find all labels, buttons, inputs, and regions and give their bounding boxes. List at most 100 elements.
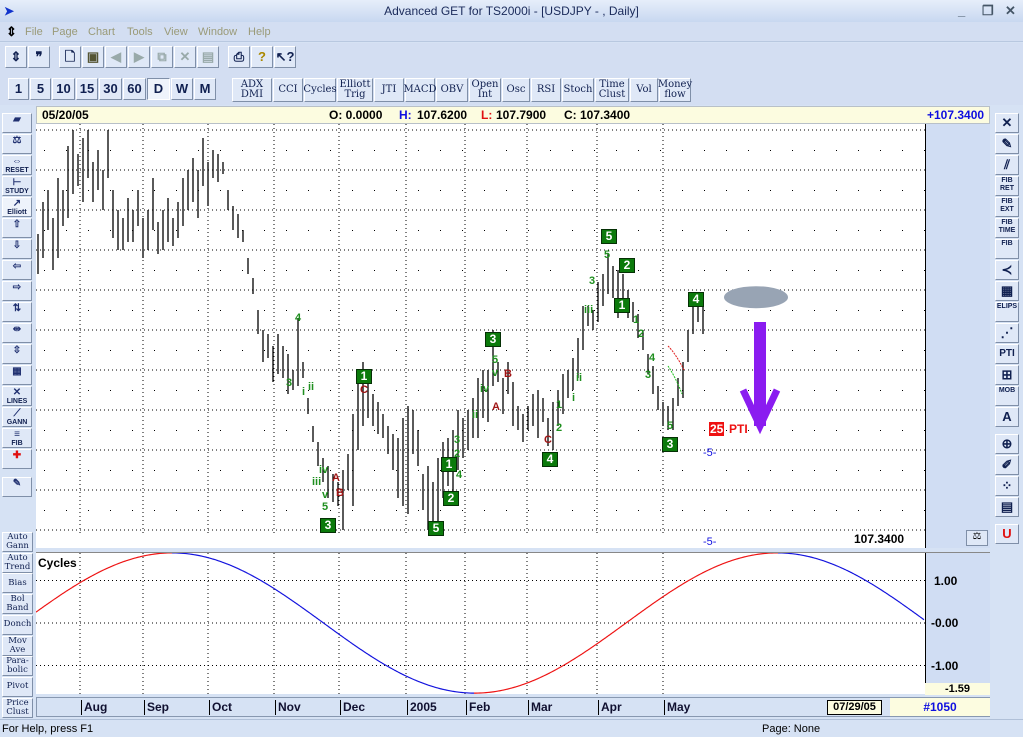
help-button[interactable]: ? (251, 46, 273, 68)
menu-window[interactable]: Window (198, 26, 237, 38)
arrow-left-tool-button[interactable]: ⇦ (2, 260, 32, 280)
period-daily[interactable]: D (147, 78, 170, 100)
document-icon[interactable]: ▤ (995, 497, 1019, 517)
grid-dot (396, 270, 397, 271)
tool-mov-ave[interactable]: Mov Ave (2, 635, 33, 656)
fib-ext-icon[interactable]: FIB EXT (995, 197, 1019, 217)
study-time-clust[interactable]: Time Clust (595, 78, 629, 102)
grid-dot (44, 190, 45, 191)
study-adx-dmi[interactable]: ADX DMI (232, 78, 272, 102)
study-obv[interactable]: OBV (436, 78, 468, 102)
delete-button[interactable]: ✕ (174, 46, 196, 68)
cycles-panel[interactable]: Cycles 1.00 -0.00 -1.00 -1.59 (35, 552, 990, 695)
cycle-curve-segment (917, 614, 921, 618)
restore-button[interactable]: ❐ (982, 3, 994, 19)
period-weekly[interactable]: W (171, 78, 193, 100)
arrow-up-tool-button[interactable]: ⇧ (2, 218, 32, 238)
period-5[interactable]: 5 (30, 78, 51, 100)
magnet-icon[interactable]: U (995, 524, 1019, 544)
reset-tool-button[interactable]: ⇔ RESET (2, 155, 32, 175)
target-ellipse[interactable] (724, 286, 788, 309)
fib-ret-icon[interactable]: FIB RET (995, 176, 1019, 196)
study-cycles[interactable]: Cycles (303, 78, 337, 102)
scatter-icon[interactable]: ⁘ (995, 476, 1019, 496)
price-chart[interactable]: 112.0000111.0000110.0000109.0000108.0000… (36, 124, 990, 551)
expand-vertical-tool-button[interactable]: ⇳ (2, 344, 32, 364)
print-button[interactable]: ⎙ (228, 46, 250, 68)
context-help-button[interactable]: ↖? (274, 46, 296, 68)
close-button[interactable]: ✕ (1005, 3, 1016, 19)
period-15[interactable]: 15 (76, 78, 98, 100)
study-vol[interactable]: Vol (630, 78, 658, 102)
menu-tools[interactable]: Tools (127, 26, 153, 38)
study-cci[interactable]: CCI (273, 78, 303, 102)
tool-price-clust[interactable]: Price Clust (2, 697, 33, 718)
study-elliott-trig[interactable]: Elliott Trig (337, 78, 373, 102)
parallel-lines-icon[interactable]: ⫽ (995, 155, 1019, 175)
grid-icon[interactable]: ▦ (995, 281, 1019, 301)
cursor-button[interactable]: ⇕ (5, 46, 27, 68)
open-folder-tool-button[interactable]: ▰ (2, 113, 32, 133)
report-tool-button[interactable]: ✎ (2, 477, 32, 497)
fib-tool-button[interactable]: ≡ FIB (2, 428, 32, 448)
period-monthly[interactable]: M (194, 78, 216, 100)
scale-toggle-button[interactable]: ⚖ (966, 530, 988, 546)
study-tool-button[interactable]: ⊢ STUDY (2, 176, 32, 196)
lines-tool-button[interactable]: ✕ LINES (2, 386, 32, 406)
eraser-icon[interactable]: ✐ (995, 455, 1019, 475)
paste-button[interactable]: ▤ (197, 46, 219, 68)
tool-pivot[interactable]: Pivot (2, 676, 33, 697)
pencil-icon[interactable]: ✎ (995, 134, 1019, 154)
back-button[interactable]: ◀ (105, 46, 127, 68)
study-macd[interactable]: MACD (403, 78, 437, 102)
new-document-button[interactable]: 🗋 (59, 46, 81, 68)
elliott-tool-button[interactable]: ↗ Elliott (2, 197, 32, 217)
menu-help[interactable]: Help (248, 26, 271, 38)
period-1[interactable]: 1 (8, 78, 29, 100)
fib-time-icon[interactable]: FIB TIME (995, 218, 1019, 238)
tool-bol-band[interactable]: Bol Band (2, 594, 33, 615)
save-button[interactable]: ▣ (82, 46, 104, 68)
period-60[interactable]: 60 (123, 78, 146, 100)
compress-vertical-tool-button[interactable]: ⇅ (2, 302, 32, 322)
tool-para-bolic[interactable]: Para-bolic (2, 656, 33, 677)
study-jti[interactable]: JTI (374, 78, 404, 102)
mob-icon[interactable]: MOB (995, 386, 1019, 406)
quote-button[interactable]: ❞ (28, 46, 50, 68)
menu-file[interactable]: File (25, 26, 43, 38)
menu-page[interactable]: Page (52, 26, 78, 38)
crosshair-tool-button[interactable]: ✚ (2, 449, 32, 469)
app-menu-icon[interactable]: ⇕ (6, 24, 17, 40)
expand-horizontal-tool-button[interactable]: ⇹ (2, 323, 32, 343)
scale-tool-button[interactable]: ⚖ (2, 134, 32, 154)
menu-view[interactable]: View (164, 26, 188, 38)
forward-button[interactable]: ▶ (128, 46, 150, 68)
tool-donch[interactable]: Donch (2, 614, 33, 635)
table-icon[interactable]: ⊞ (995, 365, 1019, 385)
tool-auto-gann[interactable]: Auto Gann (2, 532, 33, 552)
ellipse-icon[interactable]: ELIPS (995, 302, 1019, 322)
grid-tool-button[interactable]: ▦ (2, 365, 32, 385)
fan-icon[interactable]: ≺ (995, 260, 1019, 280)
menu-chart[interactable]: Chart (88, 26, 115, 38)
minimize-button[interactable]: _ (958, 3, 965, 18)
gann-tool-button[interactable]: ⟋ GANN (2, 407, 32, 427)
arrow-right-tool-button[interactable]: ⇨ (2, 281, 32, 301)
tool-auto-trend[interactable]: Auto Trend (2, 552, 33, 573)
study-rsi[interactable]: RSI (531, 78, 561, 102)
andrews-icon[interactable]: ⋰ (995, 323, 1019, 343)
study-money-flow[interactable]: Money flow (658, 78, 692, 102)
tool-bias[interactable]: Bias (2, 573, 33, 594)
period-10[interactable]: 10 (52, 78, 75, 100)
study-open-int[interactable]: Open Int (469, 78, 501, 102)
zoom-icon[interactable]: ⊕ (995, 434, 1019, 454)
fib-arc-icon[interactable]: FIB (995, 239, 1019, 259)
text-icon[interactable]: A (995, 407, 1019, 427)
arrow-down-tool-button[interactable]: ⇩ (2, 239, 32, 259)
period-30[interactable]: 30 (99, 78, 122, 100)
close-x-icon[interactable]: ✕ (995, 113, 1019, 133)
pti-icon[interactable]: PTI (995, 344, 1019, 364)
study-osc[interactable]: Osc (502, 78, 530, 102)
study-stoch[interactable]: Stoch (562, 78, 594, 102)
copy-button[interactable]: ⧉ (151, 46, 173, 68)
